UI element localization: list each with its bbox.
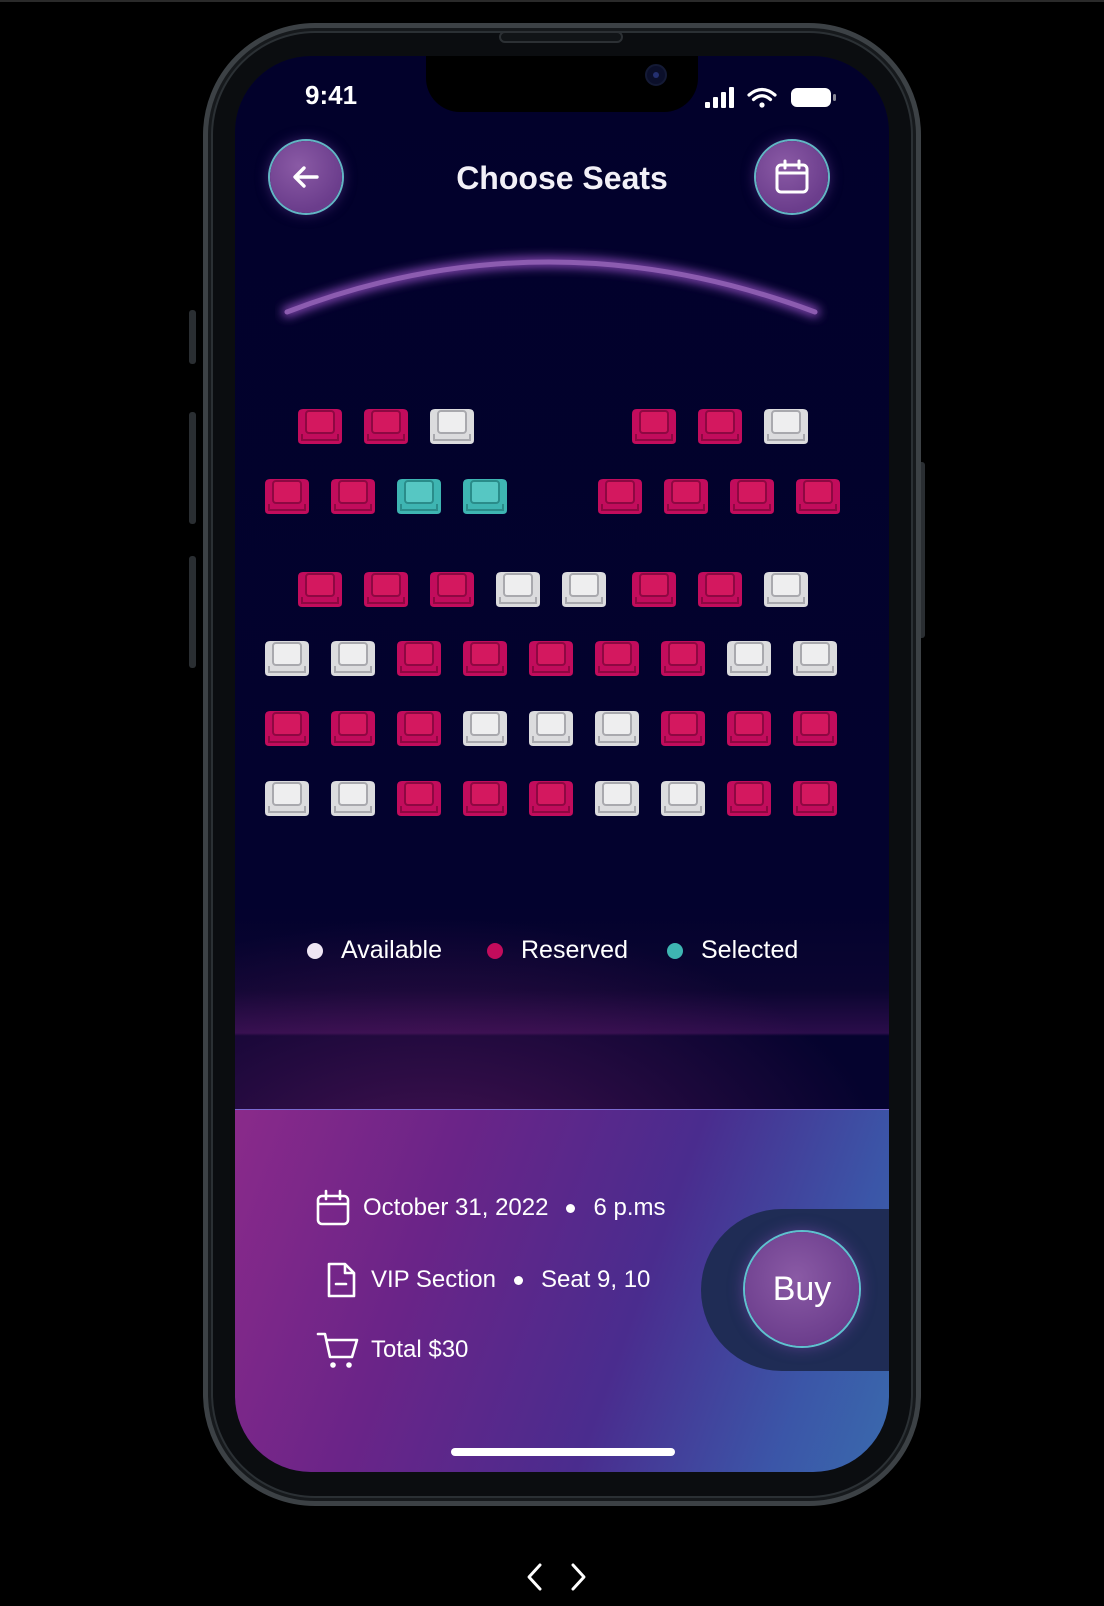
seat-reserved-r5-s9 [793, 711, 837, 746]
reserved-dot-icon [487, 942, 503, 959]
status-icons [705, 87, 836, 108]
seat-reserved-r4-s4 [463, 641, 507, 676]
seat-reserved-r4-s7 [661, 641, 705, 676]
front-camera [645, 64, 667, 86]
notch [426, 56, 698, 112]
available-dot-icon [307, 942, 323, 959]
signal-icon [705, 87, 734, 108]
seat-reserved-r4-s5 [529, 641, 573, 676]
pager-nav [524, 1562, 594, 1592]
booking-section: VIP Section [371, 1266, 496, 1293]
buy-button[interactable]: Buy [745, 1232, 859, 1346]
seat-reserved-r5-s8 [727, 711, 771, 746]
seat-reserved-r5-s1 [265, 711, 309, 746]
seat-available-r5-s5[interactable] [525, 708, 577, 748]
section-row: VIP Section Seat 9, 10 [321, 1260, 650, 1300]
seat-reserved-r2-s8 [796, 479, 840, 514]
seat-reserved-r2-s7 [730, 479, 774, 514]
seat-reserved-r1-s2 [364, 409, 408, 444]
volume-up-button [189, 412, 196, 524]
seat-available-r1-s3[interactable] [426, 406, 478, 446]
seat-available-r5-s4[interactable] [459, 708, 511, 748]
seat-available-r3-s4[interactable] [492, 569, 544, 609]
seat-reserved-r3-s6 [632, 572, 676, 607]
booking-total: Total $30 [371, 1336, 469, 1363]
legend-available: Available [307, 936, 442, 965]
previous-arrow-icon[interactable] [524, 1562, 554, 1592]
legend-reserved: Reserved [487, 936, 628, 965]
seat-available-r1-s6[interactable] [760, 406, 812, 446]
seat-available-r3-s5[interactable] [558, 569, 610, 609]
seat-reserved-r6-s3 [397, 781, 441, 816]
seat-reserved-r3-s1 [298, 572, 342, 607]
calendar-icon [313, 1188, 353, 1228]
seat-reserved-r5-s2 [331, 711, 375, 746]
wifi-icon [747, 87, 777, 108]
legend-available-label: Available [341, 936, 443, 964]
seat-reserved-r3-s3 [430, 572, 474, 607]
seat-reserved-r2-s1 [265, 479, 309, 514]
separator-dot [513, 1275, 523, 1285]
calendar-icon [775, 159, 809, 194]
seat-reserved-r2-s6 [664, 479, 708, 514]
seat-reserved-r3-s7 [698, 572, 742, 607]
seat-available-r4-s8[interactable] [723, 638, 775, 678]
seat-reserved-r2-s5 [598, 479, 642, 514]
seat-available-r6-s6[interactable] [591, 778, 643, 818]
seat-reserved-r4-s3 [397, 641, 441, 676]
selected-dot-icon [667, 942, 683, 959]
seat-available-r4-s1[interactable] [261, 638, 313, 678]
status-time: 9:41 [305, 80, 358, 110]
seat-reserved-r6-s8 [727, 781, 771, 816]
booking-seats: Seat 9, 10 [540, 1266, 651, 1293]
date-row: October 31, 2022 6 p.ms [313, 1188, 666, 1228]
battery-icon [791, 88, 836, 107]
separator-dot [566, 1203, 576, 1213]
seat-legend: Available Reserved Selected [235, 936, 889, 976]
seat-available-r6-s1[interactable] [261, 778, 313, 818]
seat-available-r4-s9[interactable] [789, 638, 841, 678]
volume-down-button [189, 556, 196, 668]
seat-reserved-r4-s6 [595, 641, 639, 676]
seat-reserved-r3-s2 [364, 572, 408, 607]
cinema-screen-curve [282, 257, 820, 317]
seat-available-r3-s8[interactable] [760, 569, 812, 609]
seat-selected-r2-s3[interactable] [393, 476, 445, 516]
legend-selected-label: Selected [701, 936, 799, 964]
booking-time: 6 p.ms [593, 1194, 666, 1221]
total-row: Total $30 [315, 1330, 468, 1370]
seat-reserved-r5-s7 [661, 711, 705, 746]
earpiece-speaker [499, 31, 623, 43]
legend-selected: Selected [667, 936, 798, 965]
top-divider [0, 0, 1104, 2]
calendar-button[interactable] [756, 141, 828, 213]
seat-reserved-r6-s4 [463, 781, 507, 816]
seat-reserved-r1-s1 [298, 409, 342, 444]
document-icon [321, 1260, 361, 1300]
seat-available-r6-s2[interactable] [327, 778, 379, 818]
seat-reserved-r6-s9 [793, 781, 837, 816]
mute-switch [189, 310, 196, 364]
next-arrow-icon[interactable] [564, 1562, 594, 1592]
seat-reserved-r1-s5 [698, 409, 742, 444]
seat-reserved-r6-s5 [529, 781, 573, 816]
home-indicator[interactable] [451, 1448, 675, 1456]
seat-reserved-r5-s3 [397, 711, 441, 746]
seat-available-r4-s2[interactable] [327, 638, 379, 678]
seat-available-r6-s7[interactable] [657, 778, 709, 818]
seat-available-r5-s6[interactable] [591, 708, 643, 748]
app-screen: 9:41 Choose Seats Available Reserved Sel… [235, 56, 889, 1472]
booking-date: October 31, 2022 [363, 1194, 549, 1221]
seat-selected-r2-s4[interactable] [459, 476, 511, 516]
legend-reserved-label: Reserved [521, 936, 628, 964]
seat-reserved-r2-s2 [331, 479, 375, 514]
cart-icon [315, 1330, 361, 1370]
seat-reserved-r1-s4 [632, 409, 676, 444]
